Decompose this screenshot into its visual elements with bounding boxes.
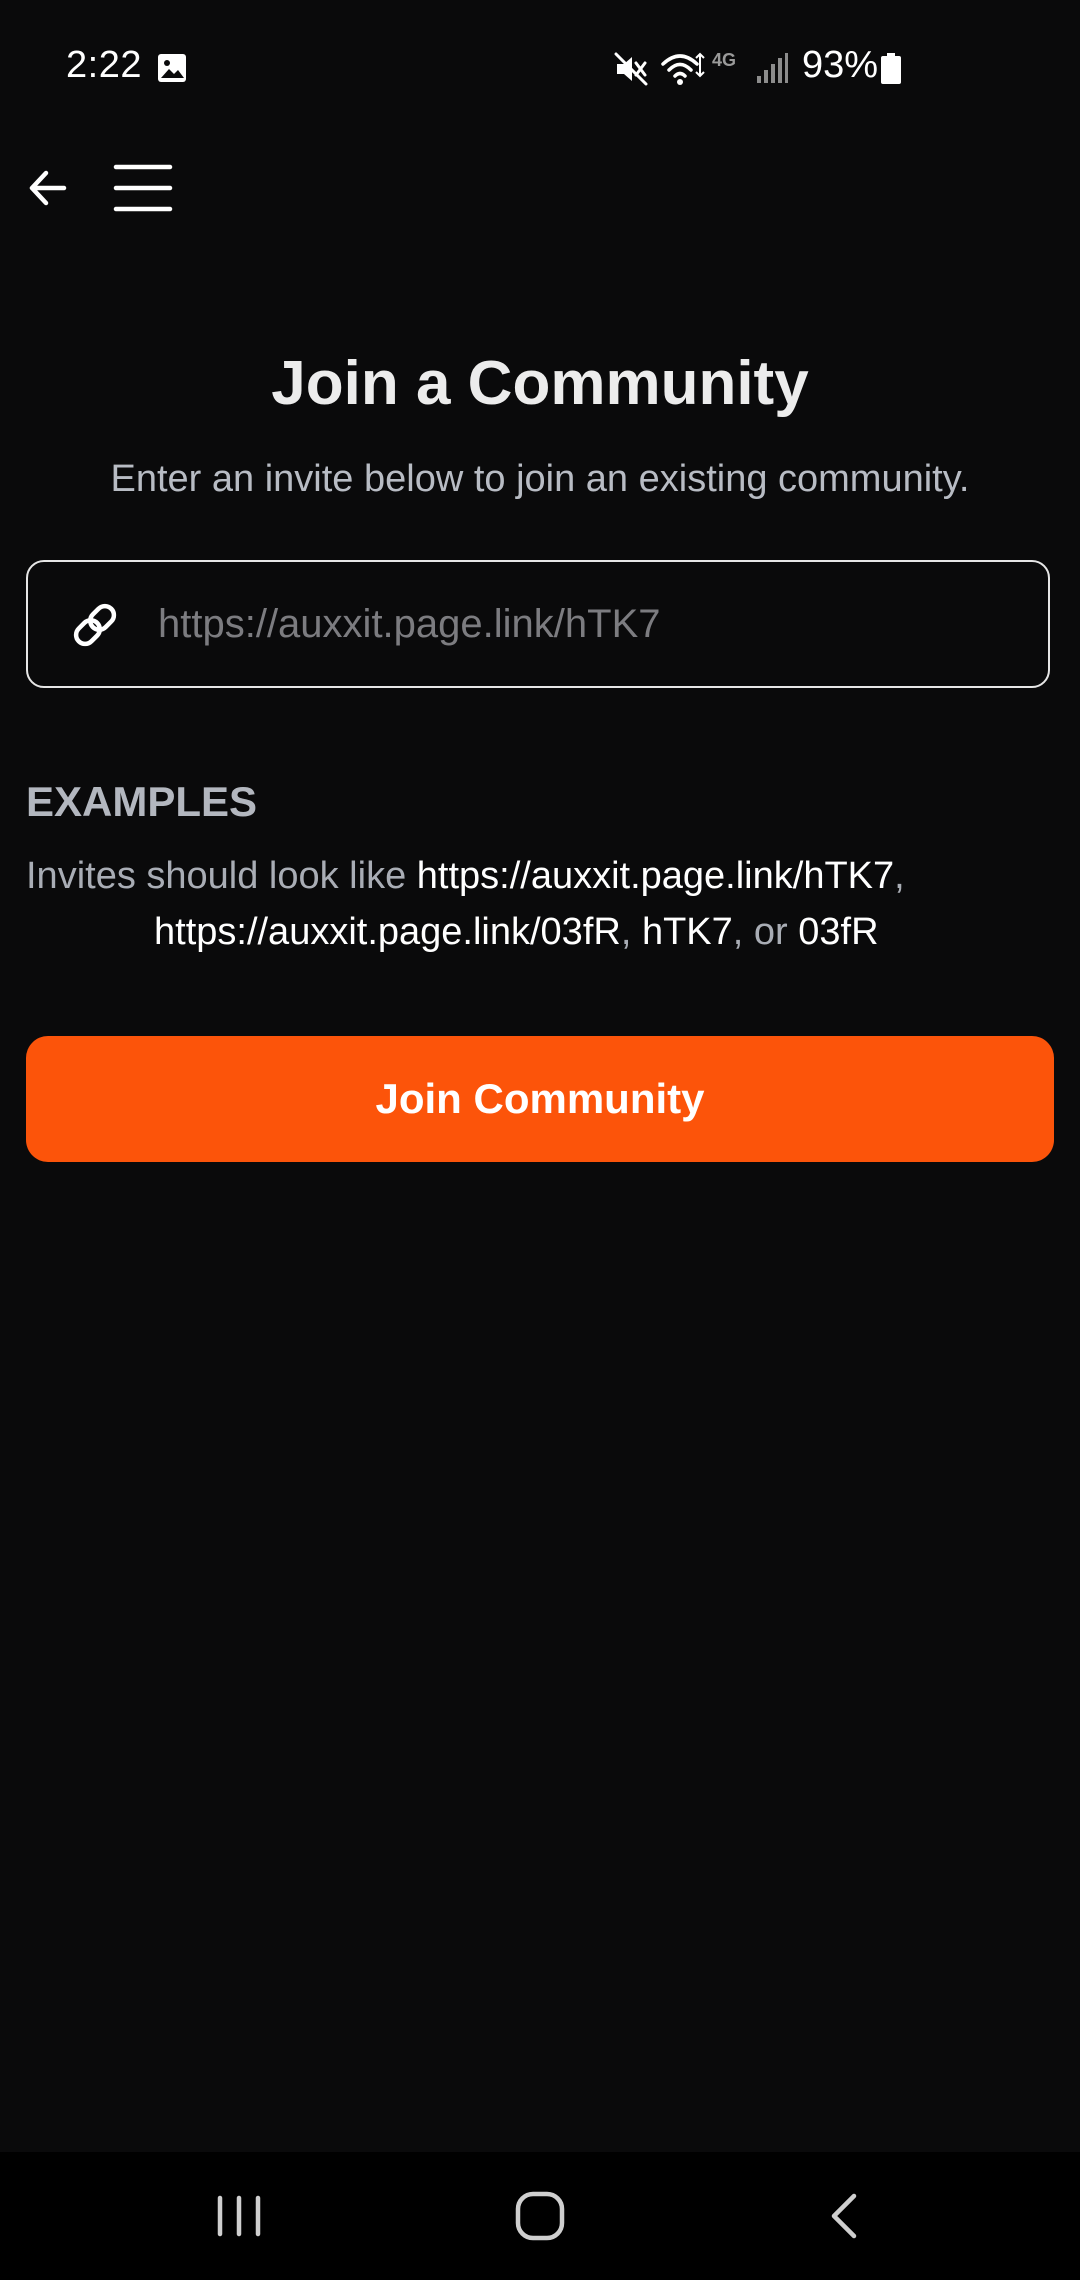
gallery-icon	[158, 54, 186, 82]
battery-icon	[881, 53, 901, 84]
join-community-button[interactable]: Join Community	[26, 1036, 1054, 1162]
network-type-label: 4G	[712, 50, 737, 70]
back-arrow-icon[interactable]	[24, 160, 80, 216]
example-link-1: https://auxxit.page.link/hTK7	[416, 855, 895, 897]
examples-separator: ,	[894, 855, 905, 897]
page-subtitle: Enter an invite below to join an existin…	[110, 458, 970, 500]
invite-field-container[interactable]	[26, 560, 1050, 688]
example-code-1: hTK7	[641, 911, 733, 953]
page-title: Join a Community	[271, 349, 809, 418]
example-link-2: https://auxxit.page.link/03fR	[154, 911, 621, 953]
examples-intro: Invites should look like	[26, 855, 417, 897]
status-time: 2:22	[66, 44, 142, 86]
mute-icon	[614, 52, 648, 86]
battery-percent: 93%	[802, 44, 879, 86]
system-back-icon[interactable]	[822, 2190, 866, 2242]
examples-separator: , or	[732, 911, 799, 953]
examples-separator: ,	[620, 911, 642, 953]
home-icon[interactable]	[514, 2190, 566, 2242]
examples-text: Invites should look like https://auxxit.…	[26, 848, 1056, 960]
hamburger-menu-icon[interactable]	[110, 155, 176, 221]
link-icon	[73, 603, 117, 647]
signal-icon	[757, 53, 788, 83]
status-bar: 2:22 4G 93%	[0, 0, 1080, 135]
wifi-icon	[661, 52, 705, 85]
invite-input[interactable]	[158, 586, 1018, 662]
examples-heading: EXAMPLES	[26, 778, 258, 825]
recent-apps-icon[interactable]	[214, 2194, 264, 2238]
system-navigation-bar	[0, 2152, 1080, 2280]
example-code-2: 03fR	[798, 911, 879, 953]
